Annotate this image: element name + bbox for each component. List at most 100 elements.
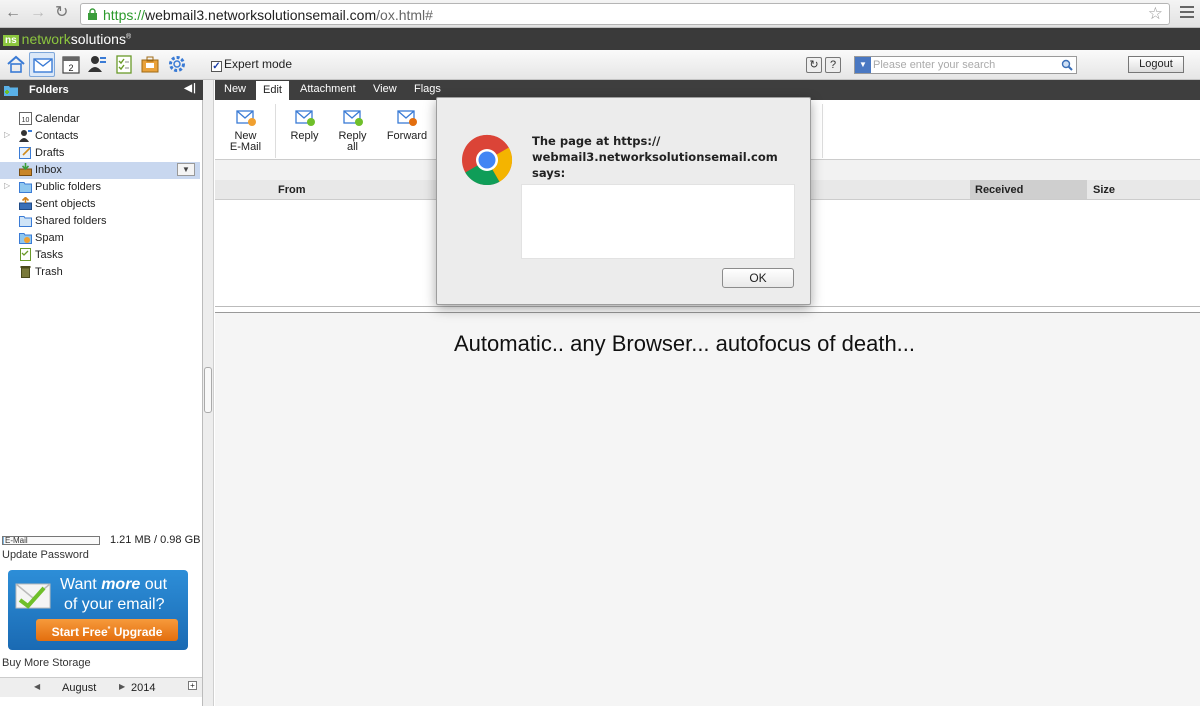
tab-edit[interactable]: Edit [256, 81, 289, 100]
folder-label: Trash [35, 266, 63, 278]
logout-button[interactable]: Logout [1128, 56, 1184, 73]
column-from[interactable]: From [278, 184, 306, 196]
quota-bar: E-Mail [2, 536, 100, 545]
panel-splitter[interactable] [203, 80, 214, 706]
alert-dialog: The page at https:// webmail3.networksol… [436, 97, 811, 305]
sent-icon [19, 197, 32, 210]
trash-icon [20, 266, 31, 278]
tasks-icon[interactable] [114, 54, 134, 74]
forward-arrow-icon[interactable]: → [30, 5, 46, 21]
folders-title: Folders [29, 84, 69, 96]
update-password-link[interactable]: Update Password [2, 549, 89, 561]
upgrade-promo-banner[interactable]: Want more out of your email? Start Free*… [8, 570, 188, 650]
forward-button[interactable]: Forward [385, 106, 429, 142]
buy-more-storage-link[interactable]: Buy More Storage [2, 657, 91, 669]
expand-arrow-icon[interactable]: ▷ [4, 130, 10, 139]
ribbon-separator [822, 104, 823, 158]
browser-toolbar: ← → ↻ https://webmail3.networksolutionse… [0, 0, 1200, 28]
mail-module-button[interactable] [29, 52, 55, 77]
calendar-day-badge: 2 [68, 63, 73, 73]
brand-header: ns networksolutions® [0, 28, 1200, 50]
refresh-button[interactable]: ↻ [806, 57, 822, 73]
splitter-grip[interactable] [204, 367, 212, 413]
preview-text: Automatic.. any Browser... autofocus of … [454, 331, 916, 356]
app-toolbar: 2 ✓Expert mode ↻ ? ▼ Logout [0, 50, 1200, 80]
shared-folder-icon [19, 216, 32, 227]
folder-calendar[interactable]: 10 Calendar [0, 111, 200, 128]
column-size[interactable]: Size [1093, 184, 1115, 196]
tab-attachment[interactable]: Attachment [300, 83, 356, 95]
preview-pane: Automatic.. any Browser... autofocus of … [215, 313, 1200, 706]
folder-label: Inbox [35, 164, 62, 176]
new-email-icon [235, 110, 256, 126]
brand-logo: ns networksolutions® [3, 31, 131, 47]
search-box: ▼ [854, 56, 1077, 74]
search-scope-dropdown[interactable]: ▼ [855, 57, 871, 73]
expert-mode-label: Expert mode [224, 57, 293, 71]
reload-icon[interactable]: ↻ [55, 5, 68, 21]
folder-menu-dropdown[interactable]: ▼ [177, 163, 195, 176]
expert-mode-toggle[interactable]: ✓ Expert mode [211, 57, 292, 72]
cta-text: Upgrade [110, 625, 163, 639]
prev-month-icon[interactable]: ◀ [34, 682, 40, 691]
chrome-logo-icon [462, 134, 513, 186]
folder-public[interactable]: ▷ Public folders [0, 179, 200, 196]
mini-calendar-nav: ◀ August ▶ 2014 + [0, 677, 202, 697]
contacts-icon[interactable] [87, 54, 107, 74]
settings-gear-icon[interactable] [167, 54, 187, 74]
add-folder-icon[interactable] [4, 84, 18, 96]
cta-text: Start Free [51, 625, 108, 639]
promo-headline-1: Want more out [60, 576, 167, 594]
list-preview-splitter[interactable] [215, 306, 1200, 313]
forward-label: Forward [386, 130, 428, 142]
dialog-title-line: says: [532, 166, 566, 180]
ribbon-separator [275, 104, 276, 158]
folder-label: Calendar [35, 113, 80, 125]
folder-trash[interactable]: Trash [0, 264, 200, 281]
calendar-icon[interactable]: 2 [61, 54, 81, 74]
folder-tasks[interactable]: Tasks [0, 247, 200, 264]
dialog-title-line: The page at https:// [532, 134, 661, 148]
folder-shared[interactable]: Shared folders [0, 213, 200, 230]
tab-flags[interactable]: Flags [414, 83, 441, 95]
bookmark-star-icon[interactable]: ☆ [1148, 4, 1163, 24]
search-icon[interactable] [1061, 59, 1073, 71]
home-icon[interactable] [6, 54, 26, 74]
month-label: August [62, 682, 97, 694]
url-path: /ox.html# [376, 7, 433, 23]
inbox-icon [19, 163, 32, 176]
reply-all-button[interactable]: Reply all [336, 106, 369, 153]
mail-icon [33, 58, 53, 73]
brand-logo-text-a: network [21, 31, 71, 47]
folders-panel-header: Folders ◀∣ [0, 80, 203, 100]
ok-button[interactable]: OK [722, 268, 794, 288]
collapse-panel-icon[interactable]: ◀∣ [184, 83, 197, 94]
folder-contacts[interactable]: ▷ Contacts [0, 128, 200, 145]
tab-new[interactable]: New [224, 83, 246, 95]
expand-arrow-icon[interactable]: ▷ [4, 181, 10, 190]
folder-drafts[interactable]: Drafts [0, 145, 200, 162]
start-free-upgrade-button[interactable]: Start Free* Upgrade [36, 619, 178, 641]
url-text: https://webmail3.networksolutionsemail.c… [103, 7, 433, 23]
reply-all-label-2: all [346, 141, 358, 153]
back-arrow-icon[interactable]: ← [5, 5, 21, 21]
expert-mode-checkbox[interactable]: ✓ [211, 61, 222, 72]
dialog-title-line: webmail3.networksolutionsemail.com [532, 150, 778, 164]
folder-sent[interactable]: Sent objects [0, 196, 200, 213]
folder-spam[interactable]: Spam [0, 230, 200, 247]
column-received[interactable]: Received [975, 184, 1023, 196]
help-button[interactable]: ? [825, 57, 841, 73]
folder-inbox[interactable]: Inbox ▼ [0, 162, 200, 179]
reply-button[interactable]: Reply [288, 106, 321, 142]
envelope-icon [15, 583, 51, 609]
new-email-button[interactable]: New E-Mail [229, 106, 262, 153]
browser-menu-icon[interactable] [1180, 6, 1194, 20]
infostore-icon[interactable] [140, 54, 160, 74]
search-input[interactable] [873, 58, 1053, 72]
next-month-icon[interactable]: ▶ [119, 682, 125, 691]
tab-view[interactable]: View [373, 83, 397, 95]
address-bar[interactable]: https://webmail3.networksolutionsemail.c… [80, 3, 1170, 25]
dialog-title: The page at https:// webmail3.networksol… [532, 133, 802, 181]
promo-word: out [140, 576, 168, 593]
go-to-today-icon[interactable]: + [188, 681, 197, 690]
